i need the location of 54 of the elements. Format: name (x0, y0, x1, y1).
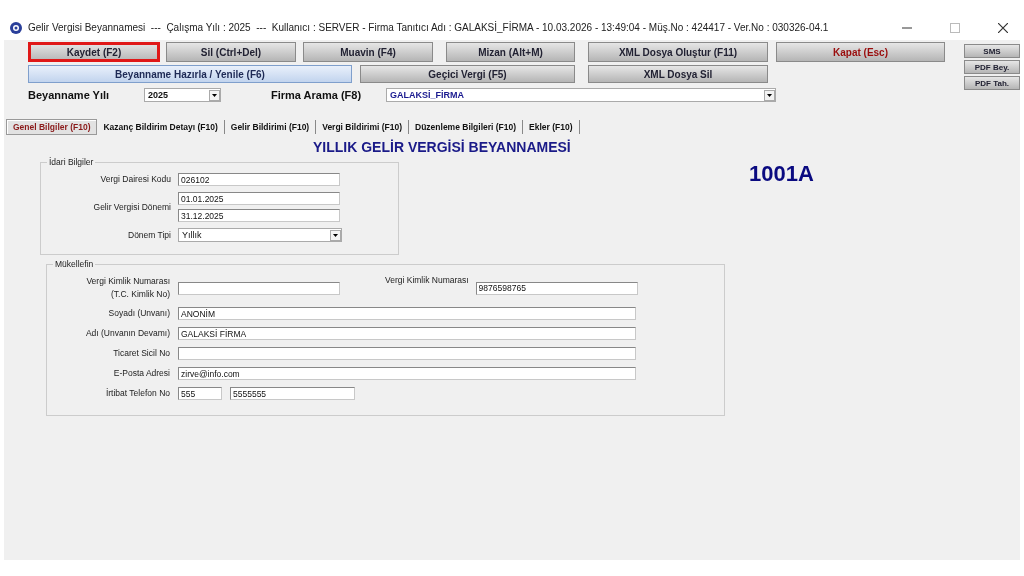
window-title: Gelir Vergisi Beyannamesi --- Çalışma Yılı : 2025 --- Kullanıcı : SERVER - Firma Tanıtıcı Adı : GALAKSİ_FİRMA - 10.03.2026 - 13:49:04 - Müş.No : 424417 - Ver.No : 030326-04.1 (28, 22, 829, 33)
tab[interactable]: Genel Bilgiler (F10) (6, 119, 98, 135)
form-title: YILLIK GELİR VERGİSİ BEYANNAMESİ (313, 139, 572, 157)
caret-icon[interactable] (764, 89, 775, 101)
group-title: İdari Bilgiler (48, 157, 95, 167)
toolbar-button[interactable]: Geçici Vergi (F5) (360, 65, 575, 83)
firm-label: Firma Arama (F8) (271, 89, 363, 101)
text-field[interactable]: ANONİM (178, 307, 636, 320)
tab[interactable]: Gelir Bildirimi (F10) (224, 120, 317, 134)
text-field[interactable] (178, 347, 636, 360)
text-field[interactable]: 01.01.2025 (178, 192, 340, 205)
text-field[interactable]: 5555555 (230, 387, 355, 400)
field-label: Soyadı (Unvanı) (107, 307, 170, 320)
field-label: Vergi Dairesi Kodu (99, 173, 171, 186)
field-label: Vergi Kimlik Numarası (T.C. Kimlik No) (85, 275, 170, 301)
toolbar-button[interactable]: Beyanname Hazırla / Yenile (F6) (28, 65, 352, 83)
year-label: Beyanname Yılı (28, 89, 111, 101)
toolbar-button[interactable]: Muavin (F4) (303, 42, 433, 62)
field-label: Adı (Unvanın Devamı) (84, 327, 170, 340)
field-label: Gelir Vergisi Dönemi (92, 200, 171, 214)
side-button[interactable]: PDF Bey. (964, 60, 1020, 74)
toolbar-button[interactable]: Mizan (Alt+M) (446, 42, 575, 62)
toolbar-button[interactable]: XML Dosya Sil (588, 65, 768, 83)
tab[interactable]: Düzenleme Bilgileri (F10) (409, 120, 524, 134)
field-label: İrtibat Telefon No (104, 387, 170, 400)
tab[interactable]: Vergi Bildirimi (F10) (316, 120, 409, 134)
tab[interactable]: Ekler (F10) (523, 120, 580, 134)
year-dropdown[interactable]: 2025 (144, 88, 221, 102)
toolbar-button[interactable]: XML Dosya Oluştur (F11) (588, 42, 768, 62)
field-label: Vergi Kimlik Numarası (385, 275, 469, 285)
field-label: Ticaret Sicil No (112, 347, 170, 360)
app-icon (10, 21, 22, 34)
text-field[interactable]: 31.12.2025 (178, 209, 340, 222)
text-field[interactable]: 555 (178, 387, 222, 400)
period-dropdown[interactable]: Yıllık (178, 228, 342, 242)
form-code: 1001A (749, 161, 814, 187)
firm-dropdown[interactable]: GALAKSİ_FİRMA (386, 88, 776, 102)
caret-icon[interactable] (330, 229, 341, 241)
tab[interactable]: Kazanç Bildirim Detayı (F10) (97, 120, 225, 134)
caret-icon[interactable] (209, 89, 220, 101)
text-field[interactable]: 9876598765 (475, 281, 638, 295)
group-title: Mükellefin (54, 259, 95, 269)
text-field[interactable] (178, 281, 340, 295)
close-icon[interactable] (998, 22, 1008, 33)
text-field[interactable]: GALAKSİ FİRMA (178, 327, 636, 340)
toolbar-button[interactable]: Kapat (Esc) (776, 42, 945, 62)
toolbar-button[interactable]: Kaydet (F2) (28, 42, 160, 62)
side-button[interactable]: PDF Tah. (964, 76, 1020, 90)
toolbar-button[interactable]: Sil (Ctrl+Del) (166, 42, 296, 62)
text-field[interactable]: zirve@info.com (178, 367, 636, 380)
field-label: E-Posta Adresi (112, 367, 170, 380)
side-button[interactable]: SMS (964, 44, 1020, 58)
field-label: Dönem Tipi (127, 228, 171, 242)
text-field[interactable]: 026102 (178, 173, 340, 186)
